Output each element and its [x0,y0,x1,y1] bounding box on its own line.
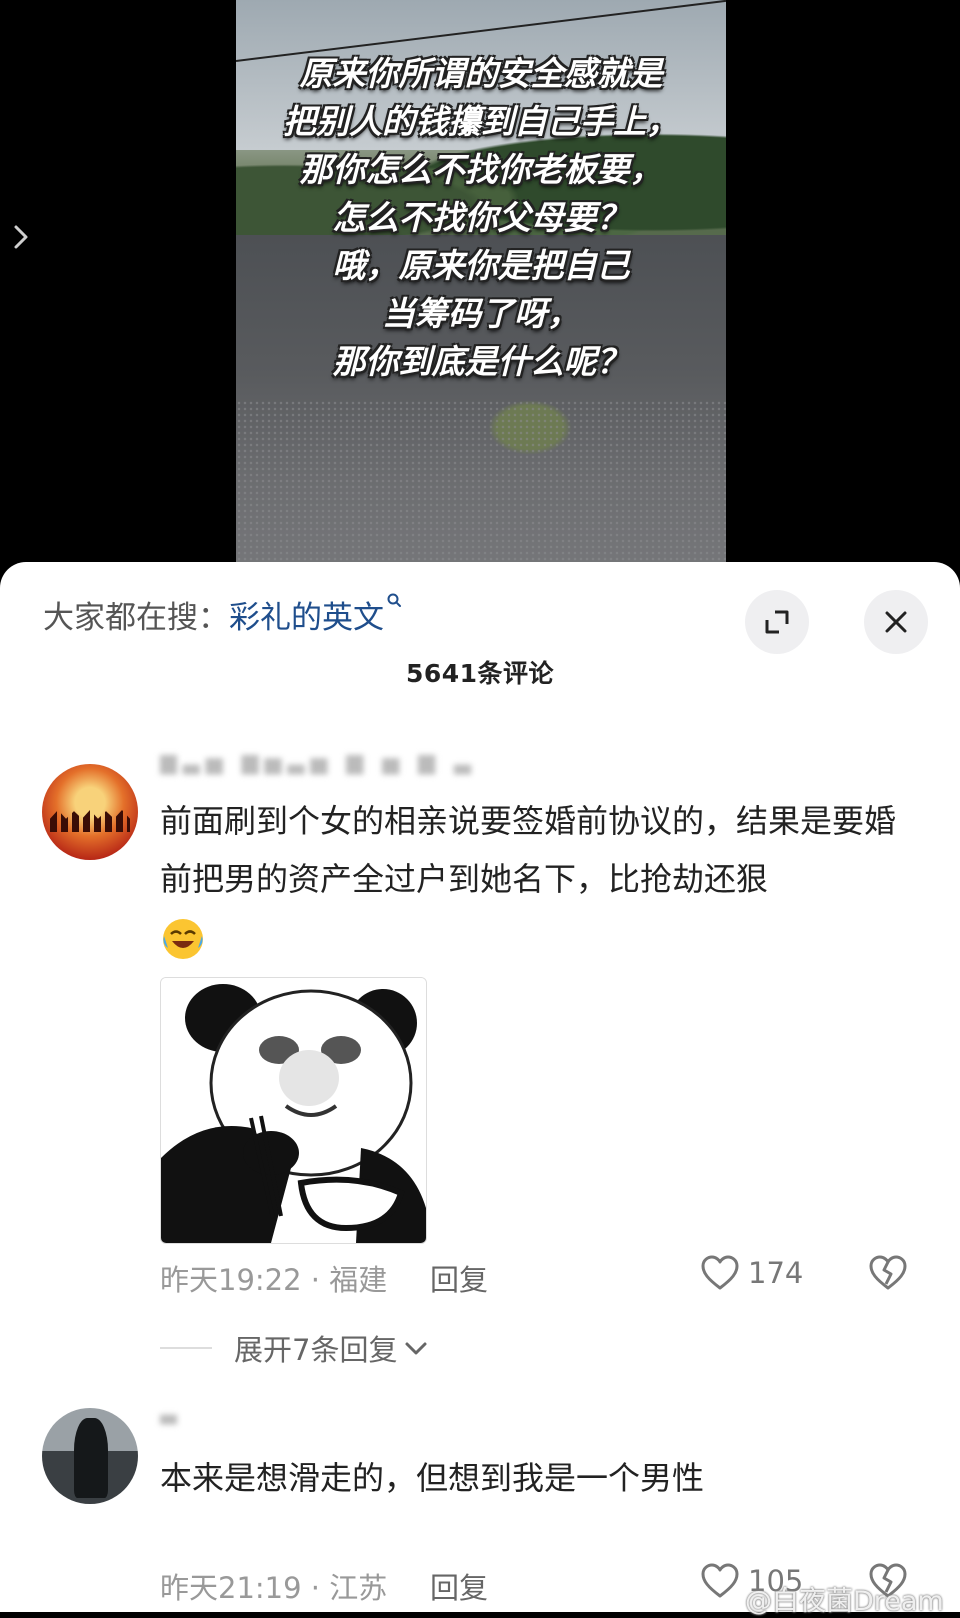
comment-meta: 昨天21:19 · 江苏 回复 [160,1565,488,1607]
person-avatar-image [74,1418,108,1498]
heart-icon [701,1563,739,1598]
horses-avatar-image [50,810,130,832]
search-icon [387,593,401,607]
comments-sheet: 大家都在搜：彩礼的英文 5641条评论 ▆▃▅ ▆▅▃▅ ▆ ▅ ▆ ▃ 前面刷… [0,562,960,1617]
chevron-right-icon[interactable] [8,222,34,252]
comment-body: 本来是想滑走的，但想到我是一个男性 [160,1459,705,1497]
dislike-button[interactable] [868,1254,908,1296]
like-button[interactable]: 174 [700,1254,803,1292]
video-caption: 原来你所谓的安全感就是 把别人的钱攥到自己手上， 那你怎么不找你老板要， 怎么不… [236,50,726,386]
caption-line: 当筹码了呀， [382,294,580,333]
comment-time-location: 昨天21:19 · 江苏 [160,1571,388,1605]
caption-line: 哦，原来你是把自己 [332,246,630,285]
like-count: 174 [748,1256,804,1290]
caption-line: 那你到底是什么呢？ [332,342,630,381]
comment-time-location: 昨天19:22 · 福建 [160,1263,388,1297]
heart-icon [701,1255,739,1290]
reply-button[interactable]: 回复 [430,1257,488,1299]
video-player[interactable]: 原来你所谓的安全感就是 把别人的钱攥到自己手上， 那你怎么不找你老板要， 怎么不… [0,0,960,585]
panda-meme-image[interactable] [160,977,427,1244]
trending-search[interactable]: 大家都在搜：彩礼的英文 [43,592,402,637]
panda-meme-icon [161,978,426,1243]
comment-count: 5641条评论 [405,659,555,688]
watermark: @白夜菌Dream [745,1586,944,1617]
reply-button[interactable]: 回复 [430,1565,488,1607]
caption-line: 原来你所谓的安全感就是 [299,54,663,93]
broken-heart-icon [869,1255,907,1290]
trending-search-prefix: 大家都在搜： [43,600,229,636]
chevron-down-icon [405,1342,427,1355]
avatar[interactable] [42,1408,138,1504]
avatar[interactable] [42,764,138,860]
trending-search-term[interactable]: 彩礼的英文 [229,600,384,636]
username-blurred[interactable]: ▆▃▅ ▆▅▃▅ ▆ ▅ ▆ ▃ [160,750,500,784]
comment-body: 前面刷到个女的相亲说要签婚前协议的，结果是要婚前把男的资产全过户到她名下，比抢劫… [160,802,897,898]
caption-line: 怎么不找你父母要？ [332,198,630,237]
comment-text: 本来是想滑走的，但想到我是一个男性 [160,1449,920,1507]
caption-line: 那你怎么不找你老板要， [299,150,663,189]
caption-line: 把别人的钱攥到自己手上， [283,102,679,141]
expand-button[interactable] [745,590,809,654]
close-icon [885,611,907,633]
expand-replies-label: 展开7条回复 [234,1333,398,1367]
expand-replies-button[interactable]: 展开7条回复 [160,1327,431,1369]
laughing-crying-emoji-icon [163,919,203,959]
comment-text: 前面刷到个女的相亲说要签婚前协议的，结果是要婚前把男的资产全过户到她名下，比抢劫… [160,792,920,966]
video-gravel [236,400,726,585]
video-frame: 原来你所谓的安全感就是 把别人的钱攥到自己手上， 那你怎么不找你老板要， 怎么不… [236,0,726,585]
expand-icon [765,610,789,634]
comment-meta: 昨天19:22 · 福建 回复 [160,1257,488,1299]
close-button[interactable] [864,590,928,654]
divider-line [160,1347,212,1349]
username-blurred[interactable]: ▃ [160,1400,220,1434]
